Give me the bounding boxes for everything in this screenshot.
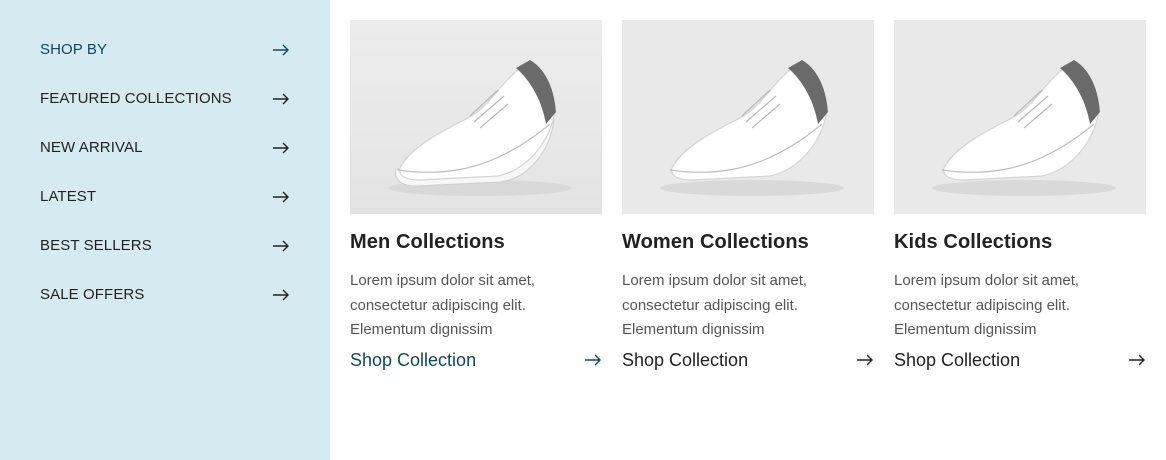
sidebar-item-label: FEATURED COLLECTIONS	[40, 90, 232, 107]
product-image-white-sneaker[interactable]	[894, 20, 1146, 214]
card-description-line: Lorem ipsum dolor sit amet,	[894, 272, 1080, 289]
card-description-line: consectetur adipiscing elit.	[894, 296, 1070, 314]
shop-collection-label: Shop Collection	[622, 349, 749, 370]
arrow-right-icon	[272, 240, 290, 252]
sidebar: SHOP BY FEATURED COLLECTIONS NEW ARRIVAL…	[0, 0, 330, 460]
sidebar-item-best-sellers[interactable]: BEST SELLERS	[0, 221, 330, 270]
shop-collection-link[interactable]: Shop Collection	[894, 350, 1146, 371]
card-description-line: Lorem ipsum dolor sit amet,	[350, 272, 536, 289]
arrow-right-icon	[1128, 354, 1146, 366]
shop-collection-label: Shop Collection	[894, 349, 1021, 370]
card-description-line: consectetur adipiscing elit.	[350, 296, 526, 314]
shop-collection-label: Shop Collection	[350, 349, 477, 370]
card-description-line: consectetur adipiscing elit.	[622, 296, 798, 314]
card-title: Men Collections	[350, 231, 505, 253]
sidebar-item-label: SALE OFFERS	[40, 286, 145, 303]
sidebar-item-sale-offers[interactable]: SALE OFFERS	[0, 270, 330, 319]
arrow-right-icon	[272, 191, 290, 203]
card-description-line: Elementum dignissim	[894, 321, 1037, 338]
sidebar-item-shop-by[interactable]: SHOP BY	[0, 25, 330, 74]
product-image-white-sneaker[interactable]	[350, 20, 602, 214]
card-description-line: Elementum dignissim	[350, 321, 493, 338]
collection-card-women: Women Collections Lorem ipsum dolor sit …	[622, 20, 874, 460]
arrow-right-icon	[272, 44, 290, 56]
arrow-right-icon	[272, 142, 290, 154]
collection-card-kids: Kids Collections Lorem ipsum dolor sit a…	[894, 20, 1146, 460]
collection-card-men: Men Collections Lorem ipsum dolor sit am…	[350, 20, 602, 460]
sidebar-item-label: NEW ARRIVAL	[40, 139, 143, 156]
sidebar-item-label: BEST SELLERS	[40, 237, 152, 254]
arrow-right-icon	[584, 354, 602, 366]
mega-menu: SHOP BY FEATURED COLLECTIONS NEW ARRIVAL…	[0, 0, 1166, 460]
arrow-right-icon	[272, 93, 290, 105]
collections-grid: Men Collections Lorem ipsum dolor sit am…	[330, 0, 1166, 460]
card-description-line: Elementum dignissim	[622, 321, 765, 338]
arrow-right-icon	[856, 354, 874, 366]
shop-collection-link[interactable]: Shop Collection	[622, 350, 874, 371]
card-description: Lorem ipsum dolor sit amet, consectetur …	[894, 269, 1134, 343]
arrow-right-icon	[272, 289, 290, 301]
card-title: Women Collections	[622, 231, 809, 253]
sidebar-item-label: SHOP BY	[40, 41, 108, 58]
sidebar-item-label: LATEST	[40, 188, 97, 205]
card-description-line: Lorem ipsum dolor sit amet,	[622, 272, 808, 289]
card-description: Lorem ipsum dolor sit amet, consectetur …	[622, 269, 862, 343]
sidebar-item-featured-collections[interactable]: FEATURED COLLECTIONS	[0, 74, 330, 123]
shop-collection-link[interactable]: Shop Collection	[350, 350, 602, 371]
product-image-white-sneaker[interactable]	[622, 20, 874, 214]
sidebar-item-latest[interactable]: LATEST	[0, 172, 330, 221]
card-description: Lorem ipsum dolor sit amet, consectetur …	[350, 269, 590, 343]
sidebar-item-new-arrival[interactable]: NEW ARRIVAL	[0, 123, 330, 172]
card-title: Kids Collections	[894, 231, 1053, 253]
